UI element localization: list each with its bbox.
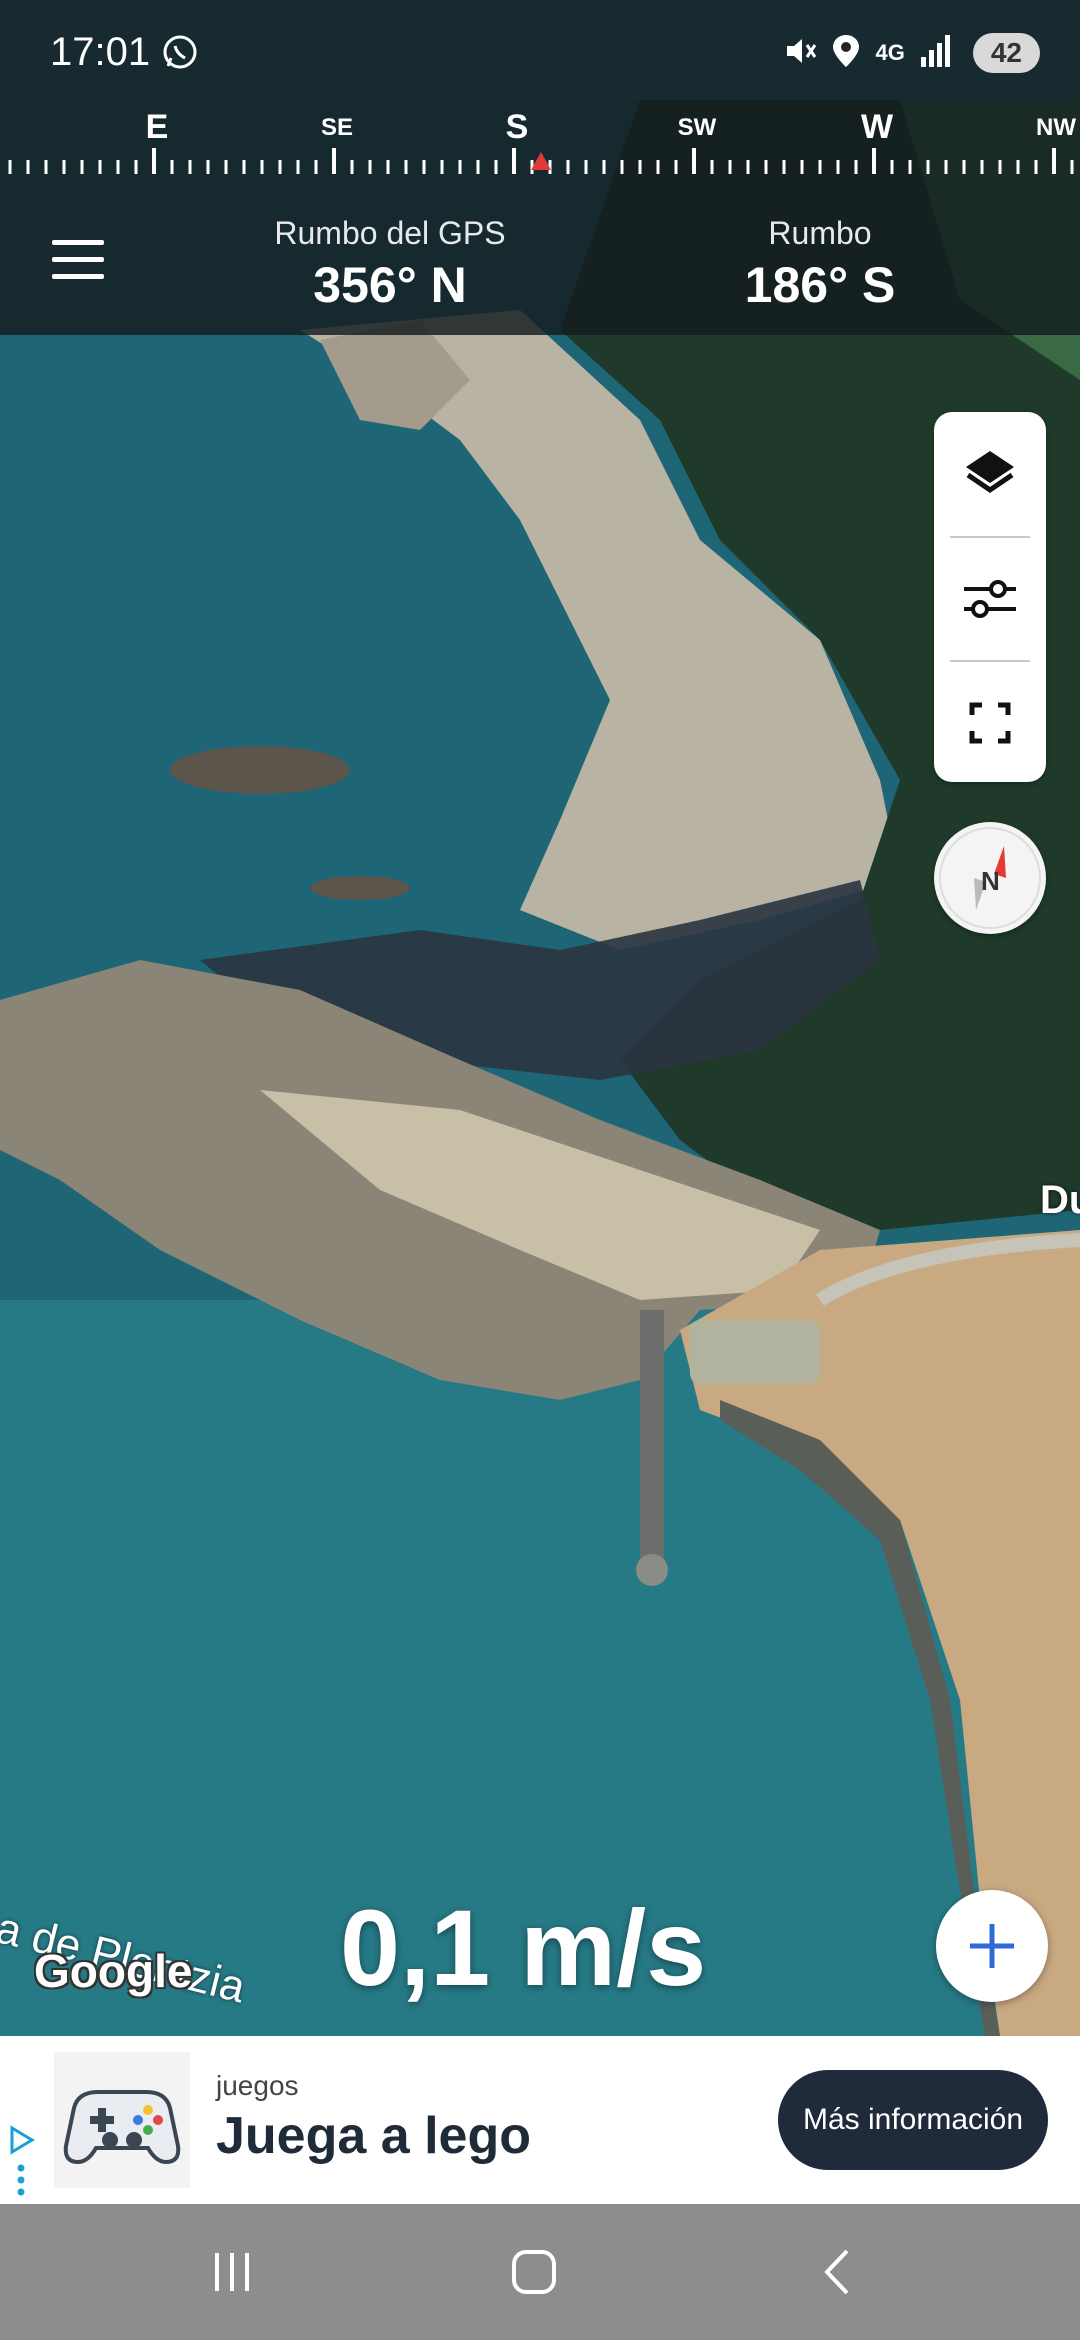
ad-image[interactable] <box>54 2052 190 2188</box>
signal-icon <box>919 33 953 74</box>
ad-choices-icon[interactable] <box>6 2120 36 2200</box>
status-icons: 4G 42 <box>781 30 1040 76</box>
location-icon <box>831 33 861 74</box>
mute-icon <box>781 33 817 74</box>
layers-button[interactable] <box>934 412 1046 534</box>
compass-button[interactable]: N <box>934 822 1046 934</box>
gps-heading-value: 356° N <box>313 257 467 313</box>
menu-button[interactable] <box>40 230 116 290</box>
whatsapp-icon <box>160 32 200 72</box>
map-controls <box>934 412 1046 782</box>
status-bar: 17:01 4G 42 <box>0 0 1080 100</box>
home-button[interactable] <box>494 2242 574 2302</box>
heading-header: E SE S SW W NW Rumbo del GPS 356° N Rumb… <box>0 100 1080 335</box>
status-time: 17:01 <box>50 30 151 74</box>
recents-button[interactable] <box>192 2242 272 2302</box>
road-label: Du <box>1040 1178 1080 1222</box>
compass-heading: Rumbo 186° S <box>700 215 940 314</box>
gps-heading-label: Rumbo del GPS <box>274 215 506 251</box>
fullscreen-icon <box>969 702 1011 744</box>
ad-category: juegos <box>216 2070 299 2101</box>
compass-heading-value: 186° S <box>744 257 896 313</box>
google-attribution: Google <box>34 1945 193 1997</box>
ad-cta-button[interactable]: Más información <box>778 2070 1048 2170</box>
compass-heading-label: Rumbo <box>768 215 872 251</box>
compass-label-sw: SW <box>677 114 717 141</box>
ad-title[interactable]: Juega a lego <box>216 2106 531 2166</box>
heading-marker-icon <box>531 152 551 175</box>
layers-icon <box>966 451 1014 494</box>
filters-button[interactable] <box>934 538 1046 660</box>
compass-label-e: E <box>145 108 169 146</box>
back-button[interactable] <box>798 2242 878 2302</box>
plus-icon <box>970 1924 1014 1968</box>
gps-heading: Rumbo del GPS 356° N <box>240 215 540 314</box>
network-4g-icon: 4G <box>875 40 905 65</box>
back-icon <box>824 2249 849 2295</box>
gamepad-icon <box>63 2090 181 2165</box>
compass-label-w: W <box>860 108 894 146</box>
fullscreen-button[interactable] <box>934 662 1046 784</box>
compass-label-se: SE <box>320 114 354 141</box>
compass-strip[interactable]: E SE S SW W NW <box>0 100 1080 190</box>
svg-text:N: N <box>981 866 1000 896</box>
ad-banner[interactable]: juegos Juega a lego Más información <box>0 2036 1080 2204</box>
compass-label-nw: NW <box>1036 114 1076 141</box>
add-button[interactable] <box>936 1890 1048 2002</box>
home-icon <box>512 2250 556 2294</box>
system-nav-bar <box>0 2204 1080 2340</box>
battery-indicator: 42 <box>972 33 1040 73</box>
menu-icon <box>52 240 104 245</box>
compass-label-s: S <box>505 108 529 146</box>
sliders-icon <box>964 580 1016 618</box>
compass-needle-icon: N <box>939 827 1041 929</box>
speed-readout: 0,1 m/s <box>340 1887 707 2008</box>
recents-icon <box>215 2253 249 2291</box>
